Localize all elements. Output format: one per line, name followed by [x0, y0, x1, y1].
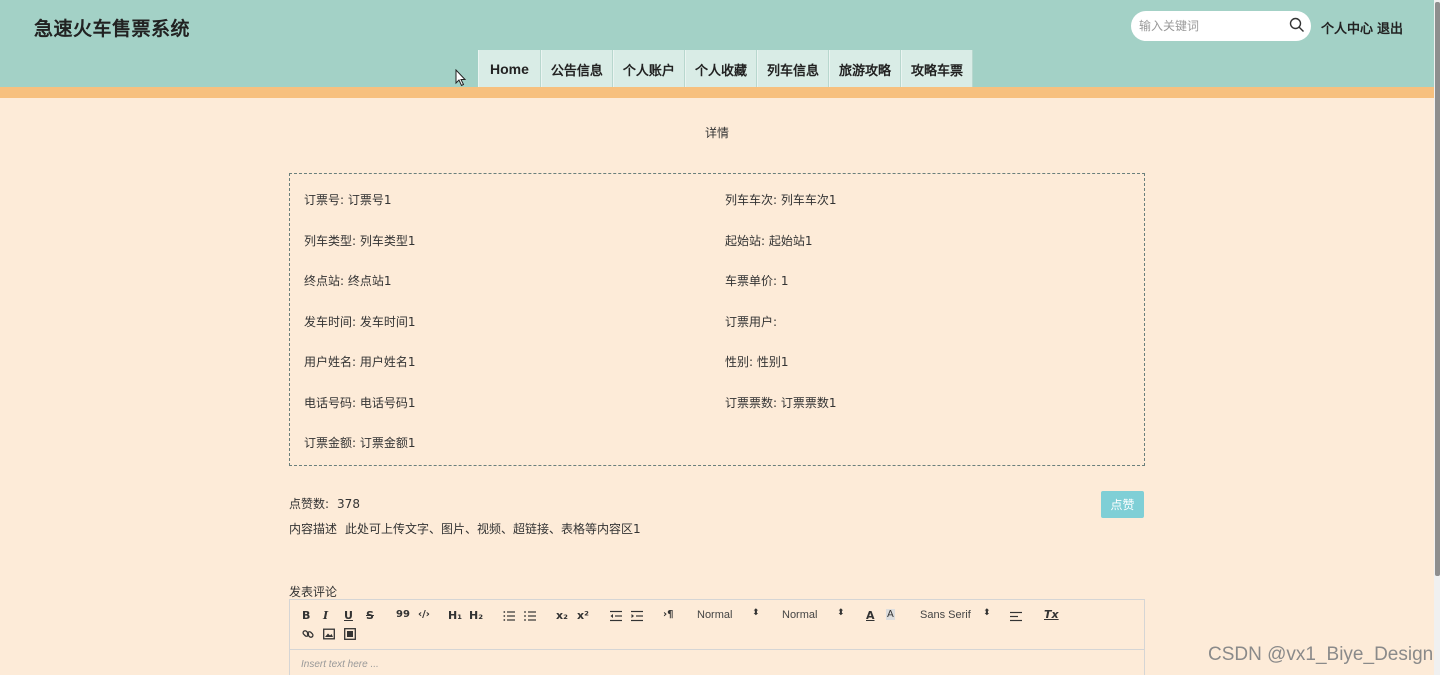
likes-row: 点赞数: 378	[289, 495, 360, 512]
logout-link[interactable]: 退出	[1377, 18, 1403, 37]
blockquote-button[interactable]: 99	[396, 609, 410, 620]
ordered-list-icon[interactable]	[503, 610, 515, 622]
nav-announcements[interactable]: 公告信息	[540, 50, 613, 88]
field-train-type: 列车类型: 列车类型1	[304, 234, 416, 248]
nav-favorites[interactable]: 个人收藏	[684, 50, 757, 88]
nav-travel-guide[interactable]: 旅游攻略	[828, 50, 901, 88]
superscript-button[interactable]: x²	[577, 609, 589, 622]
bold-button[interactable]: B	[302, 609, 310, 622]
text-direction-button[interactable]: ›¶	[663, 609, 673, 620]
description-value: 此处可上传文字、图片、视频、超链接、表格等内容区1	[345, 522, 641, 536]
clean-format-button[interactable]: Tx	[1044, 608, 1059, 621]
nav-home[interactable]: Home	[478, 50, 541, 88]
field-ticket-count: 订票票数: 订票票数1	[725, 396, 837, 410]
field-user-name: 用户姓名: 用户姓名1	[304, 355, 416, 369]
editor-toolbar: B I U S 99 ‹/› H₁ H₂ x₂ x² ›¶ Normal ⬍ N…	[290, 600, 1144, 650]
main-nav: Home 公告信息 个人账户 个人收藏 列车信息 旅游攻略 攻略车票	[478, 50, 973, 88]
outdent-icon[interactable]	[610, 610, 622, 622]
field-gender: 性别: 性别1	[725, 355, 789, 369]
header: 急速火车售票系统 个人中心 退出 Home 公告信息 个人账户 个人收藏 列车信…	[0, 0, 1440, 88]
likes-label: 点赞数:	[289, 497, 330, 511]
comment-editor: B I U S 99 ‹/› H₁ H₂ x₂ x² ›¶ Normal ⬍ N…	[289, 599, 1145, 675]
field-phone: 电话号码: 电话号码1	[304, 396, 416, 410]
search-icon[interactable]	[1289, 17, 1305, 33]
description-row: 内容描述 此处可上传文字、图片、视频、超链接、表格等内容区1	[289, 520, 641, 537]
nav-account[interactable]: 个人账户	[612, 50, 685, 88]
font-color-button[interactable]: A	[866, 609, 875, 622]
comment-label: 发表评论	[289, 585, 338, 599]
watermark: CSDN @vx1_Biye_Design	[1208, 644, 1434, 665]
scrollbar-thumb[interactable]	[1435, 2, 1440, 576]
header-select[interactable]: Normal	[782, 609, 817, 621]
personal-center-link[interactable]: 个人中心	[1321, 18, 1373, 37]
editor-text-area[interactable]: Insert text here ...	[301, 659, 379, 670]
field-depart-time: 发车时间: 发车时间1	[304, 315, 416, 329]
font-select-arrows-icon[interactable]: ⬍	[983, 608, 991, 618]
header2-button[interactable]: H₂	[469, 609, 483, 622]
strike-button[interactable]: S	[366, 609, 374, 622]
like-button[interactable]: 点赞	[1101, 491, 1144, 518]
description-label: 内容描述	[289, 522, 338, 536]
field-order-user: 订票用户:	[725, 315, 778, 329]
code-block-button[interactable]: ‹/›	[418, 609, 430, 620]
field-amount: 订票金额: 订票金额1	[304, 436, 416, 450]
field-train-no: 列车车次: 列车车次1	[725, 193, 837, 207]
nav-train-info[interactable]: 列车信息	[756, 50, 829, 88]
likes-count: 378	[337, 497, 360, 511]
subscript-button[interactable]: x₂	[556, 609, 568, 622]
underline-button[interactable]: U	[344, 609, 353, 622]
image-icon[interactable]	[323, 628, 335, 640]
detail-box: 订票号: 订票号1 列车车次: 列车车次1 列车类型: 列车类型1 起始站: 起…	[289, 173, 1145, 466]
page-title: 详情	[704, 126, 729, 140]
search-box[interactable]	[1131, 11, 1311, 41]
field-end-station: 终点站: 终点站1	[304, 274, 392, 288]
search-input[interactable]	[1139, 17, 1279, 35]
header-select-arrows-icon[interactable]: ⬍	[837, 608, 845, 618]
italic-button[interactable]: I	[323, 609, 328, 622]
field-order-no: 订票号: 订票号1	[304, 193, 392, 207]
background-color-icon[interactable]: A	[886, 609, 895, 620]
size-select-arrows-icon[interactable]: ⬍	[752, 608, 760, 618]
link-icon[interactable]	[302, 628, 314, 640]
accent-bar	[0, 87, 1440, 98]
nav-guide-tickets[interactable]: 攻略车票	[900, 50, 973, 88]
video-icon[interactable]	[344, 628, 356, 640]
font-select[interactable]: Sans Serif	[920, 609, 971, 621]
mouse-cursor-icon	[455, 69, 467, 87]
indent-icon[interactable]	[631, 610, 643, 622]
header1-button[interactable]: H₁	[448, 609, 462, 622]
align-icon[interactable]	[1010, 611, 1022, 622]
bullet-list-icon[interactable]	[524, 610, 536, 622]
site-title: 急速火车售票系统	[34, 18, 191, 40]
field-unit-price: 车票单价: 1	[725, 274, 789, 288]
field-start-station: 起始站: 起始站1	[725, 234, 813, 248]
size-select[interactable]: Normal	[697, 609, 732, 621]
